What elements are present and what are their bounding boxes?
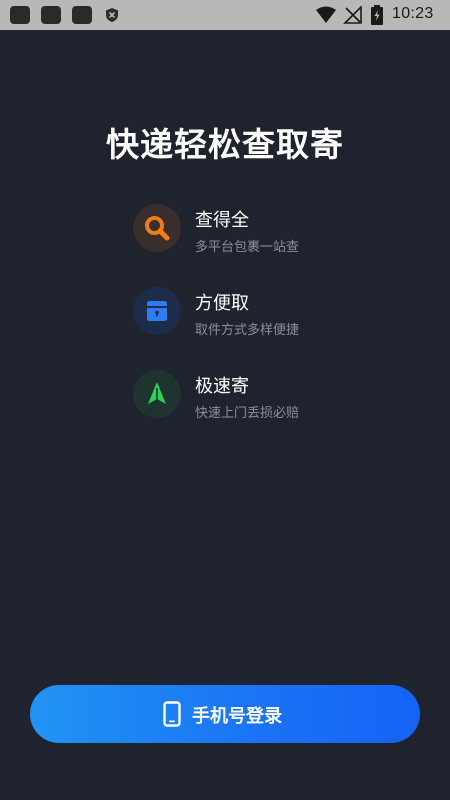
login-button-label: 手机号登录	[192, 706, 282, 727]
wifi-icon	[316, 6, 336, 23]
status-time: 10:23	[392, 5, 434, 22]
status-bar: 10:23	[0, 0, 450, 30]
feature-item-pickup: 方便取 取件方式多样便捷	[133, 287, 393, 338]
feature-item-send: 极速寄 快速上门丢损必赔	[133, 370, 393, 421]
app-notification-icon	[72, 6, 92, 24]
tree-arrow-icon	[133, 370, 181, 418]
app-screen: 10:23 快递轻松查取寄 查得全 多平台包裹一站查 方便取 取件方式多样便捷	[0, 0, 450, 800]
app-notification-icon	[41, 6, 61, 24]
feature-title: 方便取	[195, 293, 249, 314]
feature-description: 取件方式多样便捷	[195, 323, 300, 338]
locker-icon	[133, 287, 181, 335]
feature-description: 多平台包裹一站查	[195, 240, 300, 255]
feature-item-search: 查得全 多平台包裹一站查	[133, 204, 393, 255]
feature-title: 极速寄	[195, 376, 249, 397]
feature-description: 快速上门丢损必赔	[195, 406, 300, 421]
phone-icon	[163, 701, 181, 727]
no-signal-icon	[343, 6, 362, 24]
shield-icon	[106, 8, 118, 22]
search-icon	[133, 204, 181, 252]
phone-login-button[interactable]: 手机号登录	[30, 685, 420, 743]
app-notification-icon	[10, 6, 30, 24]
feature-title: 查得全	[195, 210, 249, 231]
battery-charging-icon	[371, 5, 383, 25]
hero-title: 快递轻松查取寄	[106, 125, 344, 164]
